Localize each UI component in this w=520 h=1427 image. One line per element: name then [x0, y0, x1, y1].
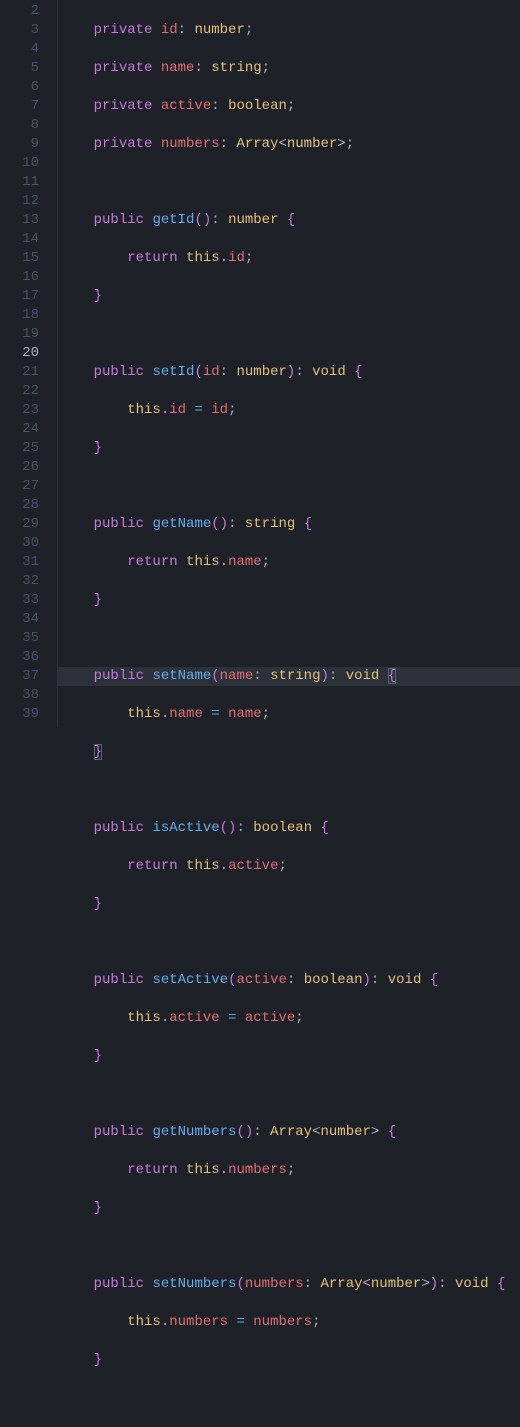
code-line[interactable]: [58, 477, 520, 496]
code-line[interactable]: public getNumbers(): Array<number> {: [58, 1123, 520, 1142]
line-number: 16: [0, 268, 39, 287]
line-number: 17: [0, 287, 39, 306]
line-number: 9: [0, 135, 39, 154]
code-line[interactable]: [58, 1237, 520, 1256]
line-number: 7: [0, 97, 39, 116]
line-number: 27: [0, 477, 39, 496]
code-line[interactable]: public setId(id: number): void {: [58, 363, 520, 382]
code-editor-area[interactable]: private id: number; private name: string…: [58, 0, 520, 727]
code-line[interactable]: [58, 1085, 520, 1104]
code-line[interactable]: private active: boolean;: [58, 97, 520, 116]
line-number: 11: [0, 173, 39, 192]
line-number: 10: [0, 154, 39, 173]
code-line[interactable]: }: [58, 1047, 520, 1066]
line-number: 37: [0, 667, 39, 686]
code-line[interactable]: this.name = name;: [58, 705, 520, 724]
line-number: 23: [0, 401, 39, 420]
code-line[interactable]: [58, 781, 520, 800]
code-line[interactable]: private numbers: Array<number>;: [58, 135, 520, 154]
line-number: 38: [0, 686, 39, 705]
line-number: 36: [0, 648, 39, 667]
line-number: 2: [0, 2, 39, 21]
code-line[interactable]: }: [58, 1199, 520, 1218]
line-number: 39: [0, 705, 39, 724]
code-line[interactable]: return this.id;: [58, 249, 520, 268]
code-line[interactable]: public setActive(active: boolean): void …: [58, 971, 520, 990]
code-line[interactable]: }: [58, 287, 520, 306]
code-line[interactable]: }: [58, 439, 520, 458]
code-line[interactable]: return this.active;: [58, 857, 520, 876]
line-number: 35: [0, 629, 39, 648]
code-line[interactable]: public getName(): string {: [58, 515, 520, 534]
line-number: 26: [0, 458, 39, 477]
line-number: 24: [0, 420, 39, 439]
code-line[interactable]: [58, 325, 520, 344]
code-line[interactable]: [58, 1389, 520, 1408]
code-line[interactable]: }: [58, 743, 520, 762]
line-number: 15: [0, 249, 39, 268]
code-line[interactable]: }: [58, 591, 520, 610]
code-line[interactable]: [58, 933, 520, 952]
code-line[interactable]: return this.name;: [58, 553, 520, 572]
line-number: 22: [0, 382, 39, 401]
line-number: 4: [0, 40, 39, 59]
line-number: 18: [0, 306, 39, 325]
code-line[interactable]: this.active = active;: [58, 1009, 520, 1028]
code-line[interactable]: public setNumbers(numbers: Array<number>…: [58, 1275, 520, 1294]
code-line-current[interactable]: public setName(name: string): void {: [58, 667, 520, 686]
line-number: 29: [0, 515, 39, 534]
code-line[interactable]: }: [58, 895, 520, 914]
line-number: 3: [0, 21, 39, 40]
line-number: 14: [0, 230, 39, 249]
code-line[interactable]: [58, 629, 520, 648]
line-number: 33: [0, 591, 39, 610]
line-number: 25: [0, 439, 39, 458]
code-line[interactable]: public isActive(): boolean {: [58, 819, 520, 838]
line-number: 28: [0, 496, 39, 515]
line-number: 31: [0, 553, 39, 572]
line-number: 21: [0, 363, 39, 382]
code-line[interactable]: public getId(): number {: [58, 211, 520, 230]
code-line[interactable]: private name: string;: [58, 59, 520, 78]
line-number: 32: [0, 572, 39, 591]
code-line[interactable]: this.id = id;: [58, 401, 520, 420]
code-line[interactable]: return this.numbers;: [58, 1161, 520, 1180]
line-number: 6: [0, 78, 39, 97]
line-number-current: 20: [0, 344, 39, 363]
line-number: 19: [0, 325, 39, 344]
code-line[interactable]: this.numbers = numbers;: [58, 1313, 520, 1332]
line-number: 5: [0, 59, 39, 78]
line-number: 13: [0, 211, 39, 230]
line-number: 30: [0, 534, 39, 553]
line-number-gutter: 2 3 4 5 6 7 8 9 10 11 12 13 14 15 16 17 …: [0, 0, 58, 727]
line-number: 8: [0, 116, 39, 135]
line-number: 12: [0, 192, 39, 211]
code-line[interactable]: [58, 173, 520, 192]
code-line[interactable]: private id: number;: [58, 21, 520, 40]
code-line[interactable]: }: [58, 1351, 520, 1370]
line-number: 34: [0, 610, 39, 629]
